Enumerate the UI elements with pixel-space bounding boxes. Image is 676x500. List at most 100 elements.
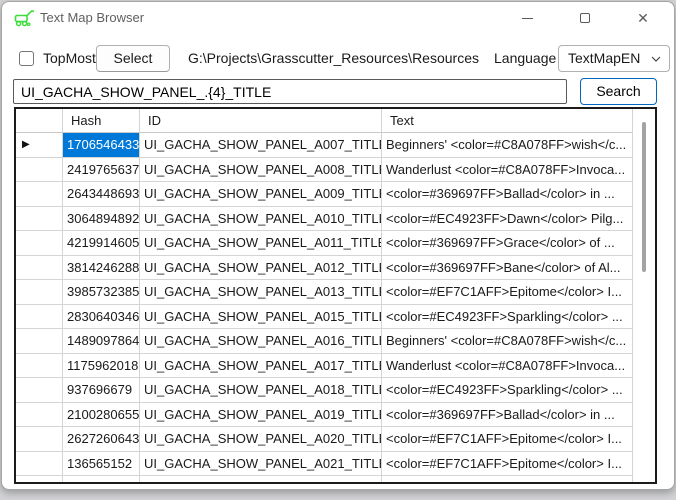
id-cell[interactable]: UI_GACHA_SHOW_PANEL_A007_TITLE: [140, 133, 382, 158]
hash-cell[interactable]: 326122427: [63, 476, 140, 484]
table-row[interactable]: 326122427 UI_GACHA_SHOW_PANEL_A022_TITLE…: [16, 476, 633, 484]
row-selector[interactable]: [16, 427, 63, 452]
id-cell[interactable]: UI_GACHA_SHOW_PANEL_A015_TITLE: [140, 305, 382, 330]
text-cell[interactable]: <color=#EC4923FF>Dawn</color> Pilg...: [382, 207, 633, 232]
id-cell[interactable]: UI_GACHA_SHOW_PANEL_A021_TITLE: [140, 452, 382, 477]
hash-cell[interactable]: 1706546433: [63, 133, 140, 158]
row-selector[interactable]: [16, 231, 63, 256]
maximize-button[interactable]: [556, 2, 614, 34]
selector-column-header[interactable]: [16, 109, 63, 133]
text-cell[interactable]: Wanderlust <color=#757acdFF>Invocat...: [382, 476, 633, 484]
hash-cell[interactable]: 3814246288: [63, 256, 140, 281]
select-button[interactable]: Select: [96, 45, 170, 72]
id-cell[interactable]: UI_GACHA_SHOW_PANEL_A011_TITLE: [140, 231, 382, 256]
result-grid: Hash ID Text ▶ 1706546433 UI_GACHA_SHOW_…: [14, 107, 657, 484]
hash-cell[interactable]: 2627260643: [63, 427, 140, 452]
text-cell[interactable]: <color=#369697FF>Ballad</color> in ...: [382, 403, 633, 428]
hash-cell[interactable]: 2830640346: [63, 305, 140, 330]
hash-cell[interactable]: 937696679: [63, 378, 140, 403]
id-cell[interactable]: UI_GACHA_SHOW_PANEL_A010_TITLE: [140, 207, 382, 232]
hash-cell[interactable]: 3985732385: [63, 280, 140, 305]
id-cell[interactable]: UI_GACHA_SHOW_PANEL_A009_TITLE: [140, 182, 382, 207]
language-label: Language: [494, 50, 556, 66]
row-selector[interactable]: [16, 182, 63, 207]
row-selector[interactable]: [16, 476, 63, 484]
search-button[interactable]: Search: [580, 78, 657, 105]
text-cell[interactable]: Wanderlust <color=#C8A078FF>Invoca...: [382, 354, 633, 379]
row-selector[interactable]: [16, 354, 63, 379]
row-selector[interactable]: [16, 207, 63, 232]
table-row[interactable]: 3064894892 UI_GACHA_SHOW_PANEL_A010_TITL…: [16, 207, 633, 232]
text-cell[interactable]: <color=#369697FF>Ballad</color> in ...: [382, 182, 633, 207]
text-cell[interactable]: <color=#EC4923FF>Sparkling</color> ...: [382, 305, 633, 330]
table-row[interactable]: ▶ 1706546433 UI_GACHA_SHOW_PANEL_A007_TI…: [16, 133, 633, 158]
row-selector[interactable]: ▶: [16, 133, 63, 158]
text-cell[interactable]: Beginners' <color=#C8A078FF>wish</c...: [382, 133, 633, 158]
close-icon: ✕: [637, 11, 649, 25]
id-cell[interactable]: UI_GACHA_SHOW_PANEL_A019_TITLE: [140, 403, 382, 428]
minimize-icon: [522, 18, 533, 19]
text-cell[interactable]: <color=#EF7C1AFF>Epitome</color> I...: [382, 452, 633, 477]
id-cell[interactable]: UI_GACHA_SHOW_PANEL_A016_TITLE: [140, 329, 382, 354]
id-column-header[interactable]: ID: [140, 109, 382, 133]
row-selector[interactable]: [16, 452, 63, 477]
search-input[interactable]: [13, 79, 567, 104]
text-cell[interactable]: <color=#369697FF>Grace</color> of ...: [382, 231, 633, 256]
chevron-down-icon: [651, 56, 661, 62]
vertical-scrollbar[interactable]: [633, 109, 655, 482]
minimize-button[interactable]: [498, 2, 556, 34]
hash-cell[interactable]: 136565152: [63, 452, 140, 477]
row-selector[interactable]: [16, 158, 63, 183]
id-cell[interactable]: UI_GACHA_SHOW_PANEL_A008_TITLE: [140, 158, 382, 183]
window-title: Text Map Browser: [40, 10, 144, 25]
table-row[interactable]: 2643448693 UI_GACHA_SHOW_PANEL_A009_TITL…: [16, 182, 633, 207]
table-row[interactable]: 2627260643 UI_GACHA_SHOW_PANEL_A020_TITL…: [16, 427, 633, 452]
maximize-icon: [580, 13, 590, 23]
grid-header: Hash ID Text: [16, 109, 633, 133]
text-cell[interactable]: <color=#369697FF>Bane</color> of Al...: [382, 256, 633, 281]
row-selector[interactable]: [16, 403, 63, 428]
row-selector[interactable]: [16, 256, 63, 281]
row-selector[interactable]: [16, 329, 63, 354]
id-cell[interactable]: UI_GACHA_SHOW_PANEL_A020_TITLE: [140, 427, 382, 452]
table-row[interactable]: 2100280655 UI_GACHA_SHOW_PANEL_A019_TITL…: [16, 403, 633, 428]
id-cell[interactable]: UI_GACHA_SHOW_PANEL_A018_TITLE: [140, 378, 382, 403]
scrollbar-thumb[interactable]: [642, 122, 646, 272]
hash-cell[interactable]: 3064894892: [63, 207, 140, 232]
table-row[interactable]: 3985732385 UI_GACHA_SHOW_PANEL_A013_TITL…: [16, 280, 633, 305]
hash-cell[interactable]: 1175962018: [63, 354, 140, 379]
hash-cell[interactable]: 2100280655: [63, 403, 140, 428]
table-row[interactable]: 2830640346 UI_GACHA_SHOW_PANEL_A015_TITL…: [16, 305, 633, 330]
row-selector[interactable]: [16, 378, 63, 403]
table-row[interactable]: 4219914605 UI_GACHA_SHOW_PANEL_A011_TITL…: [16, 231, 633, 256]
id-cell[interactable]: UI_GACHA_SHOW_PANEL_A013_TITLE: [140, 280, 382, 305]
text-cell[interactable]: Beginners' <color=#C8A078FF>wish</c...: [382, 329, 633, 354]
table-row[interactable]: 136565152 UI_GACHA_SHOW_PANEL_A021_TITLE…: [16, 452, 633, 477]
table-row[interactable]: 2419765637 UI_GACHA_SHOW_PANEL_A008_TITL…: [16, 158, 633, 183]
table-row[interactable]: 3814246288 UI_GACHA_SHOW_PANEL_A012_TITL…: [16, 256, 633, 281]
language-value: TextMapEN: [568, 50, 640, 66]
text-cell[interactable]: <color=#EF7C1AFF>Epitome</color> I...: [382, 427, 633, 452]
id-cell[interactable]: UI_GACHA_SHOW_PANEL_A012_TITLE: [140, 256, 382, 281]
row-selector[interactable]: [16, 280, 63, 305]
language-dropdown[interactable]: TextMapEN: [558, 45, 670, 72]
hash-cell[interactable]: 4219914605: [63, 231, 140, 256]
text-column-header[interactable]: Text: [382, 109, 633, 133]
text-cell[interactable]: <color=#EF7C1AFF>Epitome</color> I...: [382, 280, 633, 305]
hash-cell[interactable]: 1489097864: [63, 329, 140, 354]
topmost-checkbox[interactable]: [19, 51, 34, 66]
hash-cell[interactable]: 2643448693: [63, 182, 140, 207]
hash-cell[interactable]: 2419765637: [63, 158, 140, 183]
text-cell[interactable]: <color=#EC4923FF>Sparkling</color> ...: [382, 378, 633, 403]
id-cell[interactable]: UI_GACHA_SHOW_PANEL_A022_TITLE: [140, 476, 382, 484]
grid-body: ▶ 1706546433 UI_GACHA_SHOW_PANEL_A007_TI…: [16, 133, 633, 484]
row-selector[interactable]: [16, 305, 63, 330]
text-cell[interactable]: Wanderlust <color=#C8A078FF>Invoca...: [382, 158, 633, 183]
table-row[interactable]: 937696679 UI_GACHA_SHOW_PANEL_A018_TITLE…: [16, 378, 633, 403]
titlebar: Text Map Browser ✕: [2, 2, 674, 34]
table-row[interactable]: 1175962018 UI_GACHA_SHOW_PANEL_A017_TITL…: [16, 354, 633, 379]
hash-column-header[interactable]: Hash: [63, 109, 140, 133]
table-row[interactable]: 1489097864 UI_GACHA_SHOW_PANEL_A016_TITL…: [16, 329, 633, 354]
close-button[interactable]: ✕: [614, 2, 672, 34]
id-cell[interactable]: UI_GACHA_SHOW_PANEL_A017_TITLE: [140, 354, 382, 379]
